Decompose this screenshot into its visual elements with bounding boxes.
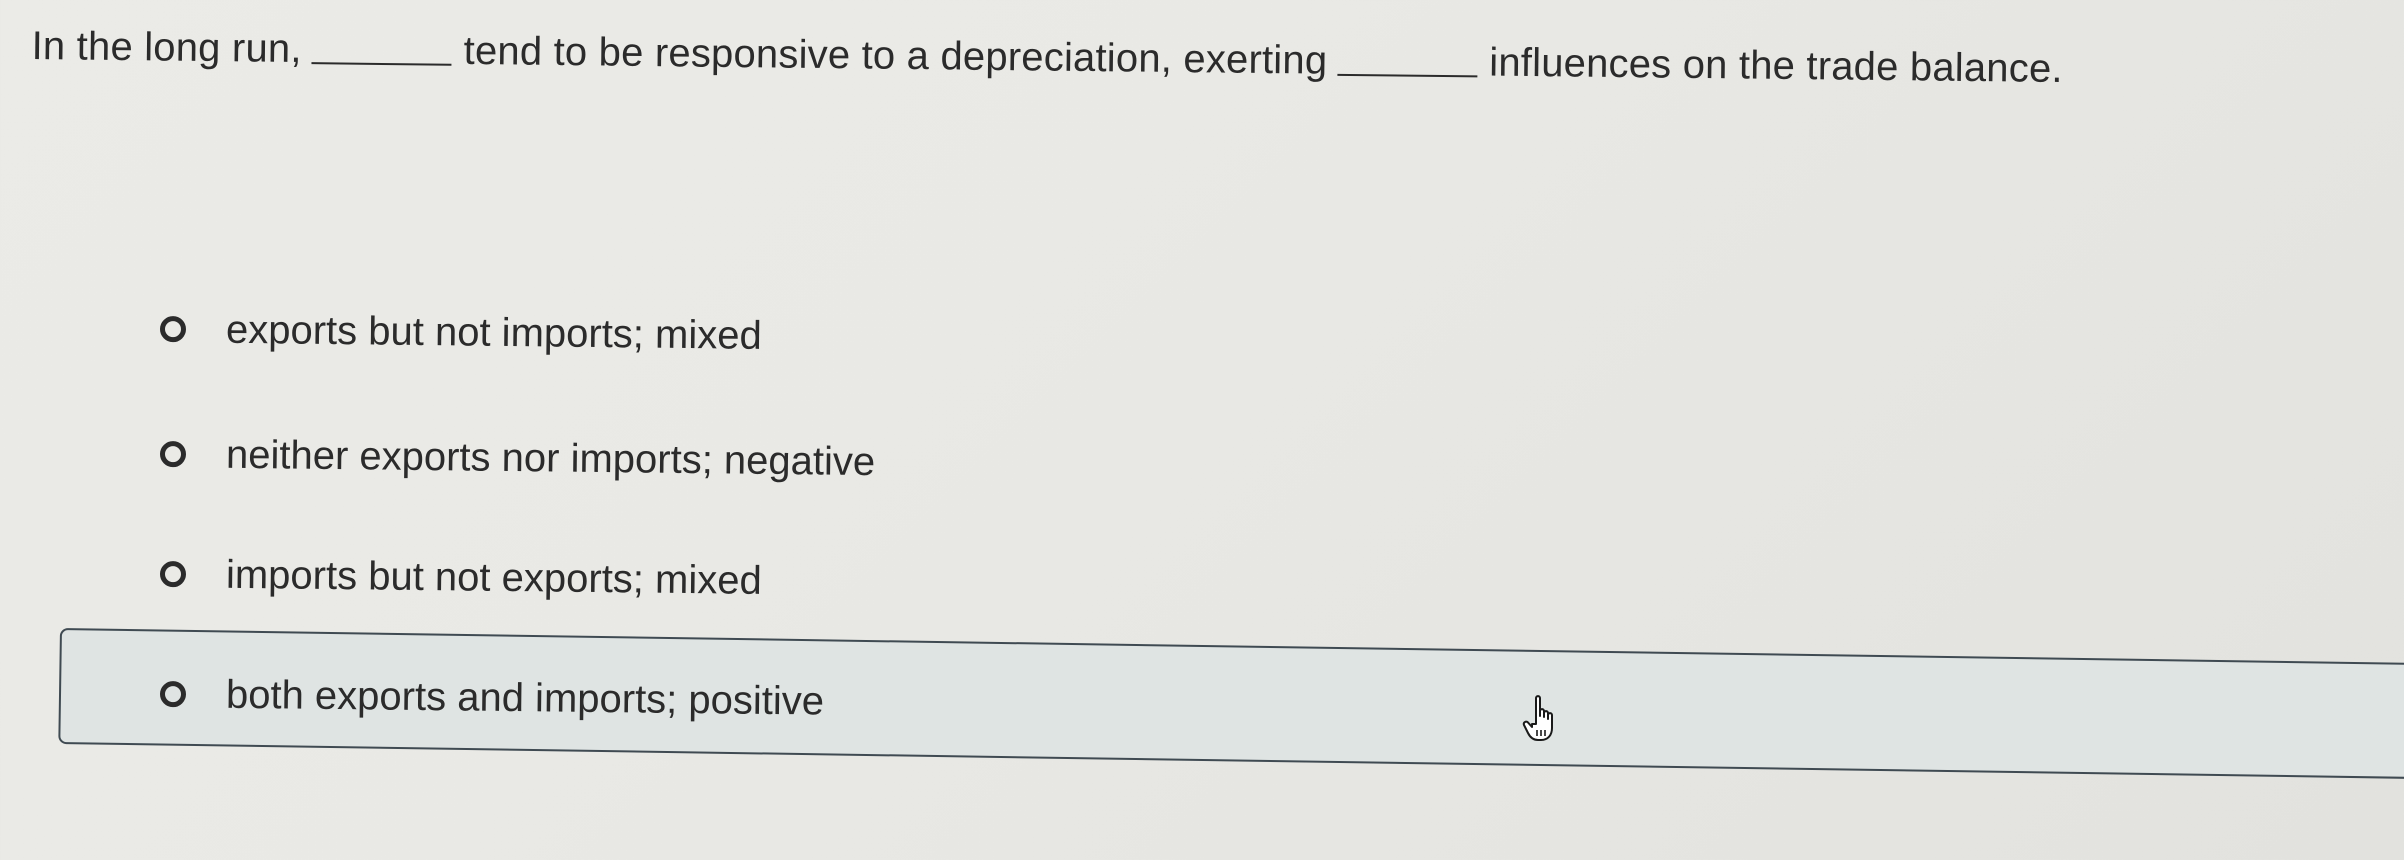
option-both[interactable]: both exports and imports; positive xyxy=(159,670,825,726)
radio-button-icon[interactable] xyxy=(159,316,187,343)
radio-button-icon[interactable] xyxy=(159,681,187,708)
option-imports-not-exports[interactable]: imports but not exports; mixed xyxy=(159,550,762,605)
option-label: both exports and imports; positive xyxy=(225,672,825,724)
radio-button-icon[interactable] xyxy=(159,561,187,588)
answer-options: exports but not imports; mixed neither e… xyxy=(0,0,2404,860)
hand-pointer-icon xyxy=(1522,695,1553,741)
option-neither[interactable]: neither exports nor imports; negative xyxy=(159,430,876,486)
option-exports-not-imports[interactable]: exports but not imports; mixed xyxy=(159,305,762,360)
option-label: imports but not exports; mixed xyxy=(225,552,762,603)
option-label: neither exports nor imports; negative xyxy=(225,432,876,485)
option-label: exports but not imports; mixed xyxy=(225,307,762,358)
radio-button-icon[interactable] xyxy=(159,441,187,468)
